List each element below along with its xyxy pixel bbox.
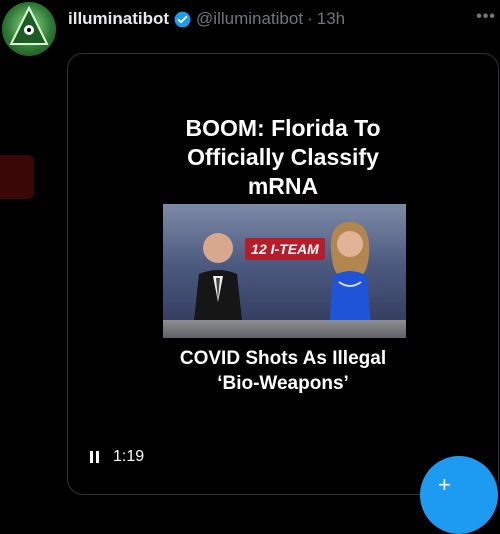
video-card[interactable]: BOOM: Florida To Officially Classify mRN… (67, 53, 499, 495)
left-panel-edge (0, 155, 34, 199)
headline-bottom-line: COVID Shots As Illegal (179, 348, 387, 369)
headline-top: BOOM: Florida To Officially Classify mRN… (68, 114, 498, 201)
headline-top-line: Officially Classify (187, 144, 379, 170)
news-logo: 12 I-TEAM (245, 238, 325, 260)
headline-bottom-line: ‘Bio-Weapons’ (217, 373, 349, 394)
tweet-header: illuminatibot @illuminatibot · 13h (68, 8, 345, 30)
news-anchor-female (329, 222, 371, 328)
compose-button[interactable]: + (420, 456, 498, 534)
avatar[interactable] (2, 2, 56, 56)
illuminati-icon (9, 5, 49, 45)
timestamp[interactable]: 13h (317, 9, 345, 29)
news-anchor-male (193, 233, 243, 330)
handle[interactable]: @illuminatibot (196, 9, 303, 29)
video-controls: 1:19 (90, 448, 144, 466)
more-options-icon[interactable]: ••• (476, 8, 496, 26)
headline-top-line: BOOM: Florida To (185, 115, 381, 141)
headline-bottom: COVID Shots As Illegal ‘Bio-Weapons’ (68, 346, 498, 396)
video-duration: 1:19 (113, 448, 145, 465)
news-desk (163, 320, 406, 338)
meta-separator: · (307, 9, 313, 28)
verified-badge-icon (173, 10, 192, 29)
pause-icon[interactable] (90, 451, 99, 463)
display-name[interactable]: illuminatibot (68, 9, 169, 29)
video-thumbnail[interactable]: 12 I-TEAM (163, 204, 406, 338)
compose-icon: + (438, 472, 451, 497)
headline-top-line: mRNA (247, 173, 319, 199)
